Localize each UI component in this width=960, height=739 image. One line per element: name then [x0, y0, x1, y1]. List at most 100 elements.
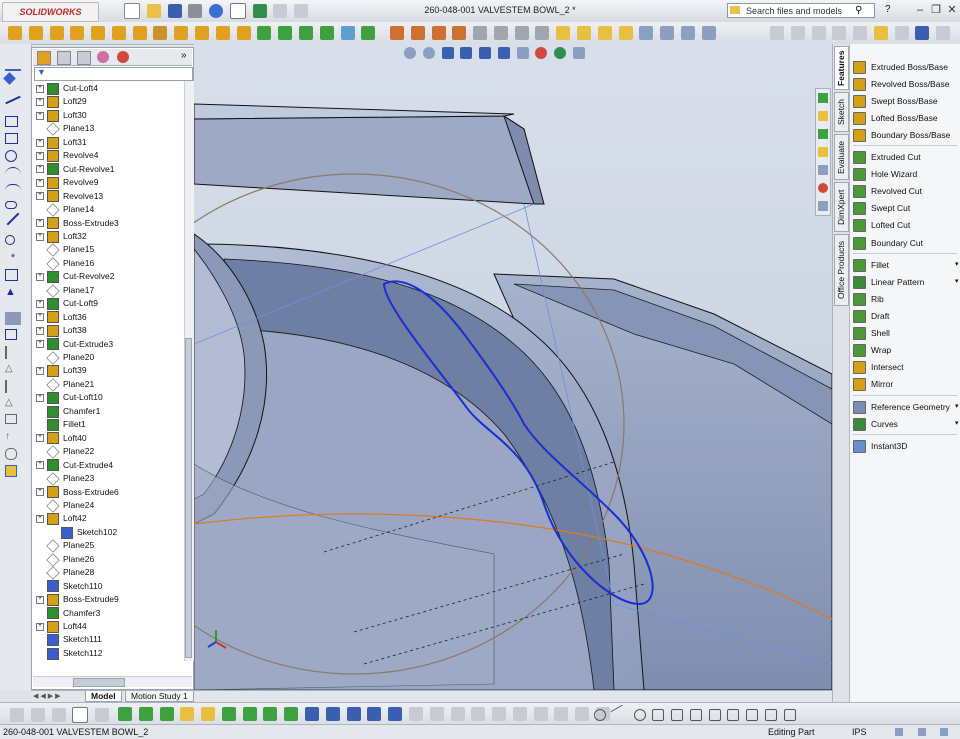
arc-icon[interactable] [5, 167, 21, 181]
mirror-sketch-icon[interactable] [5, 346, 23, 359]
weldments-icon[interactable] [577, 26, 592, 40]
sweep-tool-icon[interactable] [70, 26, 85, 40]
spline-icon[interactable] [5, 184, 21, 198]
filter-dropdown-icon[interactable] [95, 708, 110, 722]
expand-toggle-icon[interactable]: + [36, 152, 44, 160]
filter-surface-finish-icon[interactable] [388, 707, 403, 721]
expand-toggle-icon[interactable]: + [36, 434, 44, 443]
expand-toggle-icon[interactable]: + [36, 98, 44, 107]
expand-toggle-icon[interactable]: + [36, 138, 44, 147]
tree-item[interactable]: + Loft38 [36, 324, 87, 337]
walkthrough-toolbar-icon[interactable] [701, 26, 716, 40]
custom-properties-icon[interactable] [818, 201, 828, 211]
tree-item[interactable]: + Loft29 [36, 95, 87, 109]
reference-tool-icon[interactable] [340, 26, 355, 40]
rebuild-icon[interactable] [252, 4, 267, 18]
tree-horizontal-scrollbar[interactable] [33, 676, 192, 687]
feature-command-item[interactable]: Extruded Boss/Base [853, 60, 948, 75]
filter-edges-icon[interactable] [138, 707, 153, 721]
offset-surface-icon[interactable] [431, 26, 446, 40]
tree-item[interactable]: + Cut-Loft9 [36, 297, 98, 310]
extend-surface-icon[interactable] [535, 26, 550, 40]
configuration-manager-tab-icon[interactable] [77, 51, 91, 65]
filter-datum-features-icon[interactable] [450, 707, 465, 721]
revolve-tool-icon[interactable] [28, 26, 43, 40]
tree-item[interactable]: + Boss-Extrude6 [36, 486, 119, 499]
tree-item[interactable]: + Cut-Extrude3 [36, 338, 113, 351]
zoom-area-icon[interactable] [422, 47, 435, 59]
bottom-arc-icon[interactable] [633, 708, 646, 721]
tree-item[interactable]: Sketch112 [36, 647, 103, 660]
tree-item[interactable]: + Revolve9 [36, 176, 98, 189]
tab-dimxpert[interactable]: DimXpert [834, 182, 849, 232]
split-window-icon[interactable] [853, 26, 868, 40]
tree-item[interactable]: + Loft44 [36, 620, 87, 633]
tree-item[interactable]: + Loft31 [36, 136, 87, 149]
feature-command-item[interactable]: Swept Boss/Base [853, 94, 938, 109]
appearances-icon[interactable] [818, 183, 828, 193]
tree-item[interactable]: + Revolve4 [36, 149, 98, 162]
feature-command-item[interactable]: Curves ▾ [853, 417, 959, 432]
edit-sketch-icon[interactable] [873, 26, 888, 40]
edit-appearance-icon[interactable] [535, 47, 548, 59]
indent-tool-icon[interactable] [215, 26, 230, 40]
dimxpert-manager-tab-icon[interactable] [97, 51, 109, 63]
tree-item[interactable]: + Loft36 [36, 311, 87, 324]
expand-toggle-icon[interactable]: + [36, 273, 44, 282]
expand-toggle-icon[interactable]: + [36, 165, 44, 174]
render-toolbar-icon[interactable] [680, 26, 695, 40]
previous-view-icon[interactable] [441, 47, 454, 59]
fillet-sketch-icon[interactable] [6, 212, 20, 226]
feature-command-item[interactable]: Instant3D [853, 439, 907, 454]
point-icon[interactable] [5, 235, 15, 245]
feature-command-item[interactable]: Mirror [853, 377, 893, 392]
boundary-tool-icon[interactable] [91, 26, 106, 40]
expand-toggle-icon[interactable]: + [36, 84, 44, 93]
bottom-tangent-icon[interactable] [689, 708, 702, 721]
feature-command-item[interactable]: Revolved Cut [853, 184, 922, 199]
feature-command-item[interactable]: Reference Geometry ▾ [853, 400, 959, 415]
sheet-metal-icon[interactable] [556, 26, 571, 40]
tree-item[interactable]: + Loft30 [36, 109, 87, 122]
filter-connection-points-icon[interactable] [575, 707, 590, 721]
arrange-window-icon[interactable] [811, 26, 826, 40]
filter-geometric-tolerance-icon[interactable] [408, 707, 423, 721]
export-icon[interactable] [915, 26, 930, 40]
bottom-grid-icon[interactable] [671, 708, 684, 721]
filter-sketch-segments-icon[interactable] [284, 707, 299, 721]
quick-snaps-icon[interactable]: ↑ [5, 431, 21, 444]
feature-command-item[interactable]: Shell [853, 326, 890, 341]
display-style-icon[interactable] [497, 47, 510, 59]
dropdown-arrow-icon[interactable]: ▾ [955, 258, 959, 272]
feature-command-item[interactable]: Linear Pattern ▾ [853, 275, 959, 290]
status-rebuild-icon[interactable] [895, 728, 903, 736]
tree-item[interactable]: Plane17 [36, 283, 94, 298]
tile-window-icon[interactable] [770, 26, 784, 40]
delete-face-tool-icon[interactable] [298, 26, 313, 40]
property-manager-tab-icon[interactable] [57, 51, 71, 65]
surface-tool-icon[interactable] [390, 26, 404, 40]
expand-toggle-icon[interactable]: + [36, 232, 44, 241]
filter-datum-targets-icon[interactable] [492, 707, 507, 721]
filter-center-marks-icon[interactable] [325, 707, 340, 721]
undo-icon[interactable] [209, 4, 224, 18]
select-pointer-icon[interactable] [72, 707, 89, 723]
feature-command-item[interactable]: Revolved Boss/Base [853, 77, 949, 92]
extrude-tool-icon[interactable] [8, 26, 22, 40]
expand-toggle-icon[interactable]: + [36, 313, 44, 322]
tab-sketch[interactable]: Sketch [834, 92, 849, 132]
bottom-box-icon[interactable] [652, 708, 665, 721]
file-properties-icon[interactable] [273, 4, 288, 18]
expand-arrows-icon[interactable]: » [181, 50, 187, 61]
tree-item[interactable]: + Cut-Revolve2 [36, 270, 115, 284]
dropdown-arrow-icon[interactable]: ▾ [955, 417, 959, 431]
filter-planes-icon[interactable] [242, 707, 257, 721]
mold-tools-icon[interactable] [597, 26, 612, 40]
feature-command-item[interactable]: Wrap [853, 343, 891, 358]
expand-toggle-icon[interactable]: + [36, 219, 44, 228]
filter-blocks-icon[interactable] [533, 707, 548, 721]
feature-manager-tab-icon[interactable] [37, 51, 51, 65]
tree-item[interactable]: Plane28 [36, 566, 94, 580]
feature-command-item[interactable]: Boundary Boss/Base [853, 128, 950, 143]
trim-icon[interactable] [5, 312, 21, 325]
